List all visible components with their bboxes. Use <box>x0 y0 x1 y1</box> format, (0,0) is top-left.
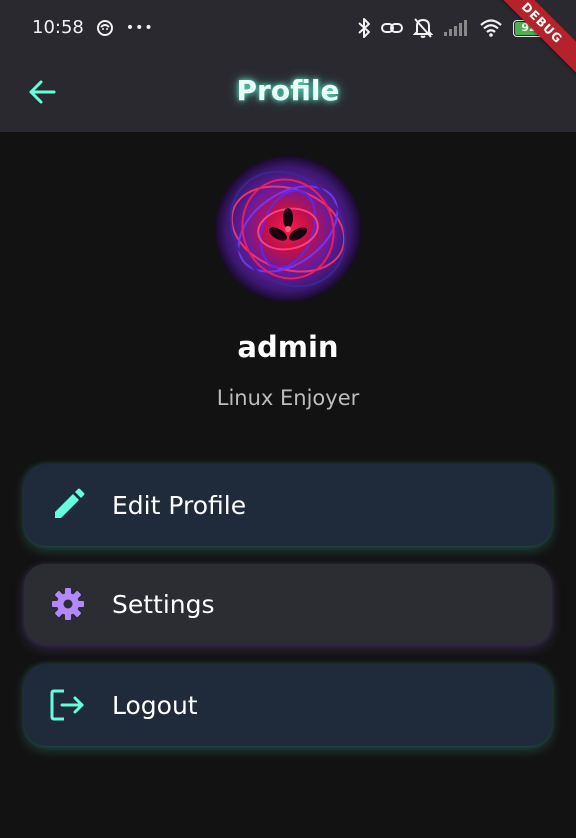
status-time: 10:58 <box>32 17 84 38</box>
logout-button[interactable]: Logout <box>24 664 552 746</box>
wifi-icon <box>479 18 503 38</box>
settings-label: Settings <box>112 589 215 619</box>
link-icon <box>381 19 403 37</box>
app-notification-icon <box>96 19 114 37</box>
app-bar: Profile <box>0 58 576 132</box>
bluetooth-icon <box>357 17 371 39</box>
status-bar: 10:58 ••• 92 <box>0 0 576 58</box>
notifications-off-icon <box>413 17 433 39</box>
username: admin <box>237 330 339 364</box>
status-right: 92 <box>357 17 548 39</box>
signal-icon <box>443 19 469 37</box>
logout-label: Logout <box>112 690 198 720</box>
status-left: 10:58 ••• <box>32 17 154 38</box>
user-bio: Linux Enjoyer <box>216 386 360 410</box>
edit-profile-button[interactable]: Edit Profile <box>24 464 552 546</box>
gear-icon <box>50 586 86 622</box>
avatar[interactable] <box>215 156 361 302</box>
page-title: Profile <box>236 74 340 107</box>
more-notifications-icon: ••• <box>125 19 154 36</box>
pencil-icon <box>50 487 86 523</box>
logout-icon <box>50 687 86 723</box>
edit-profile-label: Edit Profile <box>112 490 247 520</box>
settings-button[interactable]: Settings <box>24 564 552 644</box>
